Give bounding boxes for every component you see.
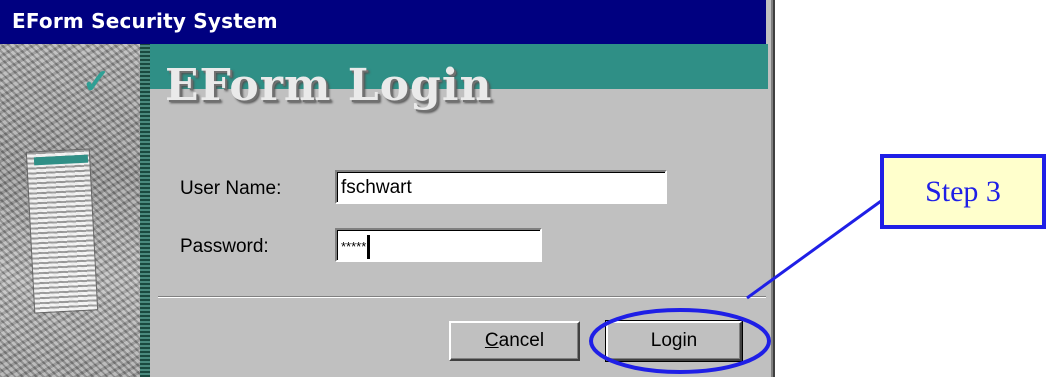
username-value: fschwart <box>341 177 412 198</box>
step-callout-box: Step 3 <box>880 154 1046 229</box>
password-field[interactable]: ***** <box>335 228 542 262</box>
login-dialog: EForm Security System ✓ EForm Login User… <box>0 0 775 377</box>
separator <box>158 296 766 298</box>
login-label: Login <box>650 330 698 351</box>
password-label: Password: <box>180 236 269 257</box>
step-label: Step 3 <box>925 175 1001 208</box>
username-label: User Name: <box>180 178 282 199</box>
side-image-border <box>140 44 150 377</box>
text-caret <box>367 235 371 259</box>
side-document-graphic <box>25 148 99 314</box>
cancel-label: ancel <box>498 330 545 351</box>
dialog-right-edge <box>768 0 775 377</box>
window-titlebar[interactable]: EForm Security System <box>0 0 766 44</box>
login-button[interactable]: Login <box>605 320 743 362</box>
cancel-mnemonic: C <box>484 330 499 351</box>
banner-title: EForm Login <box>165 60 493 111</box>
checkmark-icon: ✓ <box>82 63 111 101</box>
cancel-button[interactable]: Cancel <box>449 321 580 361</box>
password-mask: ***** <box>341 239 367 254</box>
username-field[interactable]: fschwart <box>335 170 667 204</box>
window-title: EForm Security System <box>12 9 278 33</box>
